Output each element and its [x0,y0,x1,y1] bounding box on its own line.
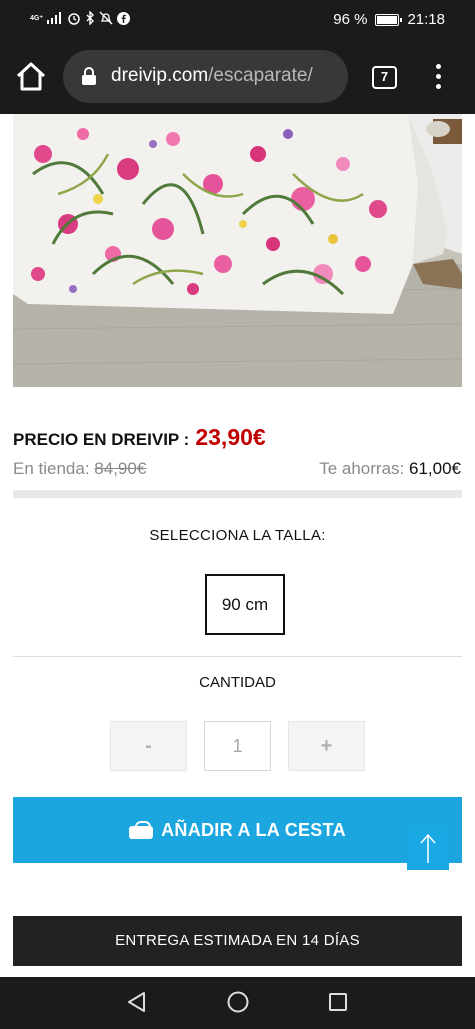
price-value: 23,90€ [195,424,266,450]
url-path: /escaparate/ [208,65,313,86]
battery-level: 96 % [333,11,368,28]
add-to-cart-label: AÑADIR A LA CESTA [161,819,346,840]
quantity-increase-button[interactable]: + [288,721,365,771]
quantity-decrease-button[interactable]: - [110,721,187,771]
alarm-icon [68,13,80,25]
size-title: SELECCIONA LA TALLA: [149,527,326,544]
url-domain: dreivip.com [111,65,209,86]
signal-icon [47,12,62,24]
home-icon[interactable] [14,60,48,94]
url-text: dreivip.com/escaparate/ [111,65,313,87]
back-icon[interactable] [126,991,148,1013]
savings-label: Te ahorras: [319,459,405,478]
scroll-to-top-button[interactable] [407,828,449,870]
status-right: 96 % 21:18 [333,11,445,28]
system-nav-bar [0,977,475,1029]
browser-toolbar: dreivip.com/escaparate/ 7 [0,40,475,114]
arrow-up-icon [420,833,436,863]
home-nav-icon[interactable] [227,991,249,1013]
status-bar: 4G⁺ 96 % 21:18 [0,0,475,40]
savings-line: Te ahorras: 61,00€ [319,459,461,479]
mute-icon [99,11,113,25]
bag-icon [129,821,154,839]
tabs-icon[interactable]: 7 [372,66,397,89]
menu-icon[interactable] [428,64,448,90]
address-bar[interactable]: dreivip.com/escaparate/ [63,50,348,103]
separator-bar [13,490,462,498]
recent-apps-icon[interactable] [329,993,347,1011]
product-image [13,114,462,387]
add-to-cart-button[interactable]: AÑADIR A LA CESTA [13,797,462,863]
network-type: 4G⁺ [30,14,44,22]
quantity-title: CANTIDAD [199,674,276,691]
store-price-value: 84,90€ [94,459,147,478]
bluetooth-icon [86,11,95,25]
store-price-label: En tienda: [13,459,90,478]
battery-icon [375,13,403,26]
price-label: PRECIO EN DREIVIP : [13,430,190,449]
divider [13,656,462,657]
delivery-estimate: ENTREGA ESTIMADA EN 14 DÍAS [13,916,462,966]
store-price-line: En tienda: 84,90€ [13,459,146,479]
quantity-input[interactable] [204,721,271,771]
size-option-90cm[interactable]: 90 cm [205,574,285,635]
status-icons: 4G⁺ [30,11,131,25]
clock: 21:18 [407,11,445,28]
facebook-icon [117,11,131,25]
lock-icon [82,67,96,85]
price-line: PRECIO EN DREIVIP : 23,90€ [13,424,266,451]
savings-amount: 61,00€ [409,459,461,478]
